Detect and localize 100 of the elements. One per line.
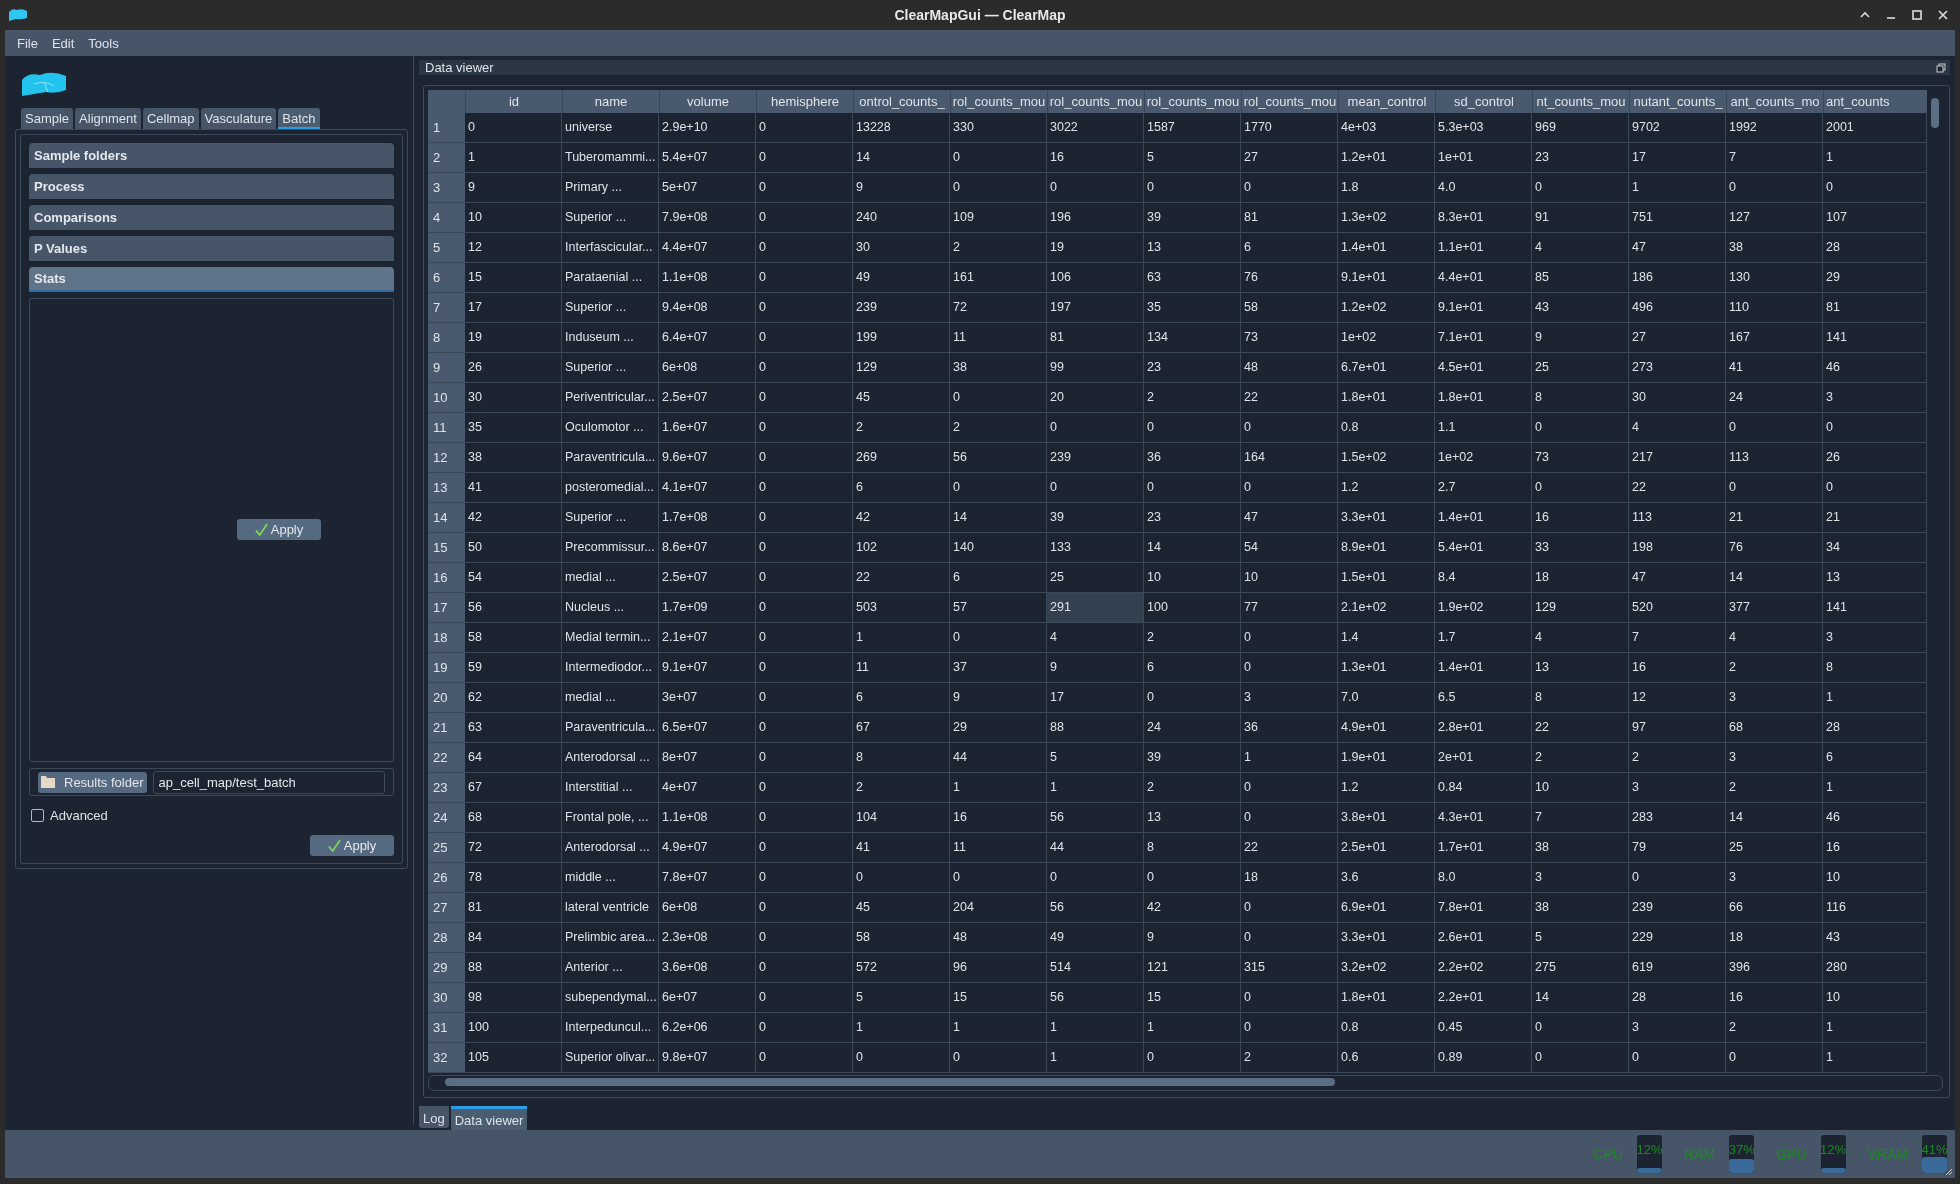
table-cell[interactable]: 73 xyxy=(1532,443,1629,473)
table-cell[interactable]: 619 xyxy=(1629,953,1726,983)
table-cell[interactable]: 113 xyxy=(1629,503,1726,533)
row-header[interactable]: 12 xyxy=(428,443,465,473)
table-cell[interactable]: 377 xyxy=(1726,593,1823,623)
table-cell[interactable]: 10 xyxy=(1144,563,1241,593)
apply-button[interactable]: Apply xyxy=(310,835,394,856)
table-cell[interactable]: 1e+02 xyxy=(1435,443,1532,473)
table-cell[interactable]: 199 xyxy=(853,323,950,353)
table-cell[interactable]: 54 xyxy=(465,563,562,593)
table-cell[interactable]: 17 xyxy=(1047,683,1144,713)
table-cell[interactable]: Tuberomammi... xyxy=(562,143,659,173)
table-cell[interactable]: 16 xyxy=(1726,983,1823,1013)
table-cell[interactable]: 1.2e+02 xyxy=(1338,293,1435,323)
column-header[interactable]: volume xyxy=(659,90,756,113)
table-cell[interactable]: 0 xyxy=(756,623,853,653)
row-header[interactable]: 7 xyxy=(428,293,465,323)
table-cell[interactable]: 8 xyxy=(1532,383,1629,413)
table-cell[interactable]: 1 xyxy=(950,773,1047,803)
table-cell[interactable]: 283 xyxy=(1629,803,1726,833)
table-cell[interactable]: 5.3e+03 xyxy=(1435,113,1532,143)
table-cell[interactable]: 0.89 xyxy=(1435,1043,1532,1073)
table-cell[interactable]: 2 xyxy=(1726,773,1823,803)
table-cell[interactable]: 0 xyxy=(1532,1013,1629,1043)
table-cell[interactable]: 1.4e+01 xyxy=(1435,503,1532,533)
table-cell[interactable]: 47 xyxy=(1241,503,1338,533)
table-cell[interactable]: 30 xyxy=(1629,383,1726,413)
row-header[interactable]: 25 xyxy=(428,833,465,863)
row-header[interactable]: 13 xyxy=(428,473,465,503)
table-cell[interactable]: 2.1e+02 xyxy=(1338,593,1435,623)
table-cell[interactable]: 5 xyxy=(1532,923,1629,953)
table-cell[interactable]: 1.3e+02 xyxy=(1338,203,1435,233)
column-header[interactable]: ant_counts_mo xyxy=(1726,90,1823,113)
table-cell[interactable]: 0 xyxy=(1047,413,1144,443)
table-cell[interactable]: 572 xyxy=(853,953,950,983)
table-cell[interactable]: 17 xyxy=(465,293,562,323)
table-cell[interactable]: Superior ... xyxy=(562,353,659,383)
table-cell[interactable]: 0 xyxy=(1047,863,1144,893)
table-cell[interactable]: 9 xyxy=(853,173,950,203)
table-cell[interactable]: 240 xyxy=(853,203,950,233)
table-cell[interactable]: 0 xyxy=(1629,863,1726,893)
row-header[interactable]: 5 xyxy=(428,233,465,263)
table-cell[interactable]: 113 xyxy=(1726,443,1823,473)
tab[interactable]: Cellmap xyxy=(142,108,199,129)
table-cell[interactable]: 0 xyxy=(756,743,853,773)
table-cell[interactable]: 239 xyxy=(1629,893,1726,923)
row-header[interactable]: 3 xyxy=(428,173,465,203)
table-cell[interactable]: 22 xyxy=(853,563,950,593)
table-cell[interactable]: 0 xyxy=(1144,1043,1241,1073)
table-cell[interactable]: 273 xyxy=(1629,353,1726,383)
table-cell[interactable]: 5 xyxy=(853,983,950,1013)
table-cell[interactable]: 3.3e+01 xyxy=(1338,923,1435,953)
table-cell[interactable]: 2.1e+07 xyxy=(659,623,756,653)
table-cell[interactable]: 2.5e+07 xyxy=(659,563,756,593)
table-cell[interactable]: 23 xyxy=(1532,143,1629,173)
table-cell[interactable]: 10 xyxy=(1241,563,1338,593)
table-cell[interactable]: 1.2e+01 xyxy=(1338,143,1435,173)
row-header[interactable]: 4 xyxy=(428,203,465,233)
table-cell[interactable]: 0 xyxy=(756,383,853,413)
table-cell[interactable]: 63 xyxy=(465,713,562,743)
tab[interactable]: Log xyxy=(419,1106,449,1128)
table-cell[interactable]: 63 xyxy=(1144,263,1241,293)
table-cell[interactable]: 78 xyxy=(465,863,562,893)
table-cell[interactable]: 79 xyxy=(1629,833,1726,863)
table-cell[interactable]: 1 xyxy=(1241,743,1338,773)
table-cell[interactable]: 0 xyxy=(950,1043,1047,1073)
table-cell[interactable]: 167 xyxy=(1726,323,1823,353)
table-cell[interactable]: 0 xyxy=(950,143,1047,173)
table-cell[interactable]: 3 xyxy=(1241,683,1338,713)
table-cell[interactable]: 56 xyxy=(1047,803,1144,833)
table-cell[interactable]: 9.4e+08 xyxy=(659,293,756,323)
table-cell[interactable]: 0.84 xyxy=(1435,773,1532,803)
table-cell[interactable]: 1 xyxy=(1144,1013,1241,1043)
table-cell[interactable]: 8 xyxy=(1532,683,1629,713)
table-cell[interactable]: 6e+08 xyxy=(659,893,756,923)
table-cell[interactable]: 41 xyxy=(1726,353,1823,383)
table-cell[interactable]: 3.6 xyxy=(1338,863,1435,893)
table-cell[interactable]: 16 xyxy=(1532,503,1629,533)
table-cell[interactable]: Medial termin... xyxy=(562,623,659,653)
table-cell[interactable]: 42 xyxy=(465,503,562,533)
table-cell[interactable]: 1.5e+02 xyxy=(1338,443,1435,473)
table-cell[interactable]: 64 xyxy=(465,743,562,773)
table-cell[interactable]: 0 xyxy=(756,353,853,383)
table-cell[interactable]: 24 xyxy=(1726,383,1823,413)
table-cell[interactable]: 1.7e+09 xyxy=(659,593,756,623)
table-cell[interactable]: 105 xyxy=(465,1043,562,1073)
table-cell[interactable]: 3 xyxy=(1726,743,1823,773)
table-cell[interactable]: 104 xyxy=(853,803,950,833)
table-cell[interactable]: 1.9e+01 xyxy=(1338,743,1435,773)
table-cell[interactable]: 29 xyxy=(950,713,1047,743)
table-cell[interactable]: 3 xyxy=(1532,863,1629,893)
table-cell[interactable]: middle ... xyxy=(562,863,659,893)
table-cell[interactable]: 23 xyxy=(1144,353,1241,383)
row-header[interactable]: 1 xyxy=(428,113,465,143)
column-header[interactable]: name xyxy=(562,90,659,113)
table-cell[interactable]: 109 xyxy=(950,203,1047,233)
table-cell[interactable]: 2 xyxy=(1144,623,1241,653)
table-cell[interactable]: 0 xyxy=(1726,473,1823,503)
column-header[interactable]: sd_control xyxy=(1435,90,1532,113)
table-cell[interactable]: 88 xyxy=(465,953,562,983)
